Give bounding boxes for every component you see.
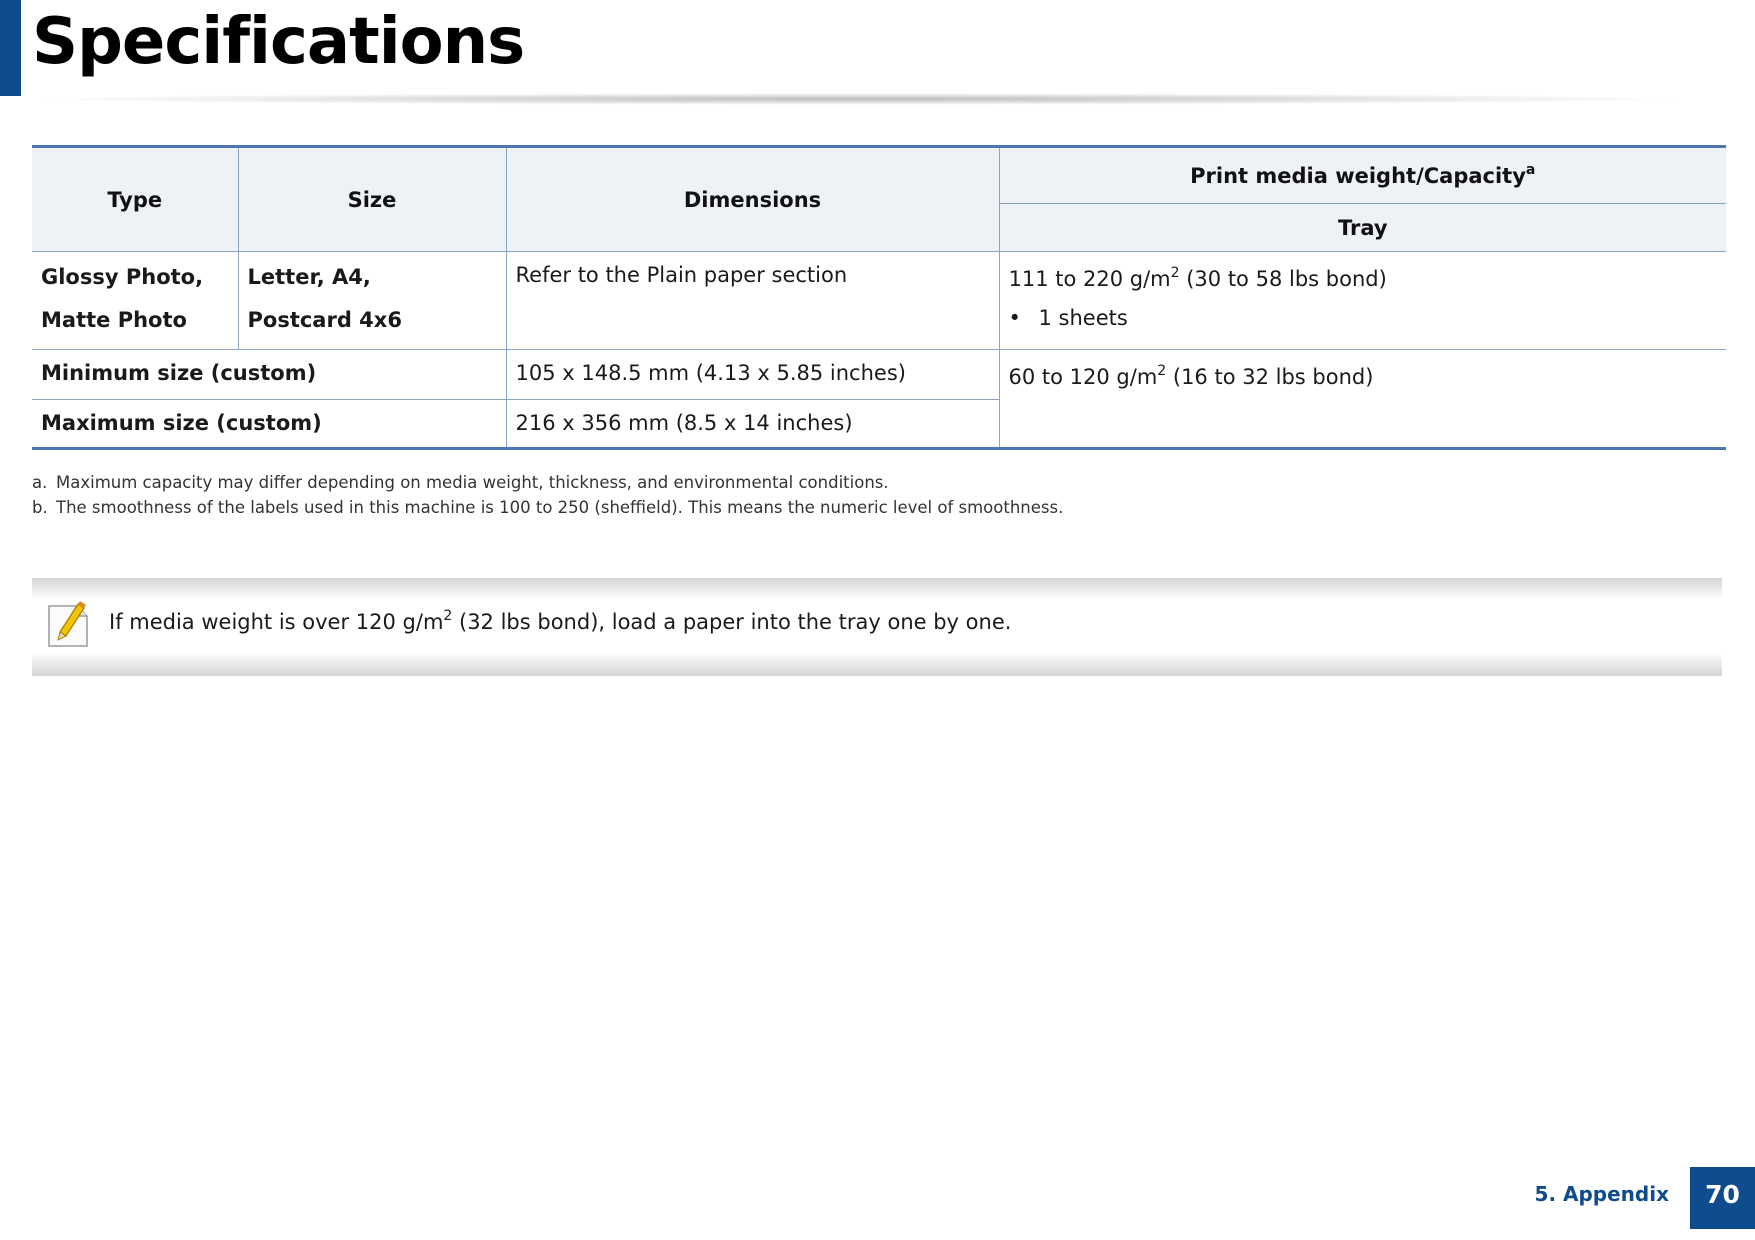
note-pencil-icon <box>48 601 88 647</box>
header-weight-label: Print media weight/Capacity <box>1190 163 1526 188</box>
weight-suffix: (30 to 58 lbs bond) <box>1179 267 1387 291</box>
footnote-ref-a: a <box>1525 161 1536 178</box>
size-letter-a4: Letter, A4, <box>247 265 371 289</box>
table-footnotes: a. Maximum capacity may differ depending … <box>32 470 1722 520</box>
list-item: • 1 sheets <box>1009 305 1718 332</box>
custom-weight-prefix: 60 to 120 g/m <box>1008 365 1158 389</box>
note-text: If media weight is over 120 g/m2 (32 lbs… <box>109 608 1012 634</box>
footnote-mark: b. <box>32 498 48 517</box>
capacity-text: 1 sheets <box>1038 306 1128 330</box>
dimensions-text: Refer to the Plain paper section <box>515 263 848 287</box>
min-size-label: Minimum size (custom) <box>32 349 507 400</box>
header-weight-capacity: Print media weight/Capacitya <box>998 145 1726 204</box>
custom-weight-cell: 60 to 120 g/m2 (16 to 32 lbs bond) <box>998 349 1726 450</box>
footnote-text: The smoothness of the labels used in thi… <box>56 498 1064 517</box>
title-divider <box>30 93 1690 105</box>
footnote-mark: a. <box>32 473 48 492</box>
print-media-spec-table: Type Size Dimensions Print media weight/… <box>32 145 1726 450</box>
size-postcard: Postcard 4x6 <box>247 308 402 332</box>
custom-weight-exponent: 2 <box>1157 363 1167 379</box>
table-row: Minimum size (custom) 105 x 148.5 mm (4.… <box>32 349 1726 450</box>
page-title: Specifications <box>32 5 525 79</box>
tray-cell: 111 to 220 g/m2 (30 to 58 lbs bond) • 1 s… <box>998 251 1726 350</box>
min-size-dimensions: 105 x 148.5 mm (4.13 x 5.85 inches) <box>505 349 1000 400</box>
max-size-dimensions: 216 x 356 mm (8.5 x 14 inches) <box>505 399 999 450</box>
footnote-a: a. Maximum capacity may differ depending … <box>32 470 1722 495</box>
custom-weight-suffix: (16 to 32 lbs bond) <box>1166 365 1374 389</box>
type-glossy: Glossy Photo, <box>41 265 204 289</box>
header-size: Size <box>237 145 507 252</box>
note-text-suffix: (32 lbs bond), load a paper into the tra… <box>452 610 1012 634</box>
header-tray: Tray <box>999 203 1726 252</box>
type-cell: Glossy Photo, Matte Photo <box>32 251 239 350</box>
note-exponent: 2 <box>443 608 453 624</box>
size-cell: Letter, A4, Postcard 4x6 <box>237 251 507 350</box>
header-type: Type <box>32 145 239 252</box>
weight-exponent: 2 <box>1170 265 1180 281</box>
type-matte: Matte Photo <box>41 308 187 332</box>
dimensions-cell: Refer to the Plain paper section <box>505 251 1000 350</box>
header-dimensions: Dimensions <box>505 145 1000 252</box>
footnote-text: Maximum capacity may differ depending on… <box>56 473 889 492</box>
weight-prefix: 111 to 220 g/m <box>1008 267 1171 291</box>
note-text-prefix: If media weight is over 120 g/m <box>109 610 444 634</box>
footer-section-label: 5. Appendix <box>1534 1182 1669 1206</box>
note-callout: If media weight is over 120 g/m2 (32 lbs… <box>32 578 1722 676</box>
footnote-b: b. The smoothness of the labels used in t… <box>32 495 1722 520</box>
max-size-label: Maximum size (custom) <box>32 399 507 450</box>
weight-range: 111 to 220 g/m2 (30 to 58 lbs bond) <box>1009 266 1718 293</box>
table-row: Glossy Photo, Matte Photo Letter, A4, Po… <box>32 251 1726 350</box>
chapter-side-bar <box>0 0 21 96</box>
page-number: 70 <box>1690 1167 1755 1229</box>
bullet-icon: • <box>1008 306 1021 330</box>
